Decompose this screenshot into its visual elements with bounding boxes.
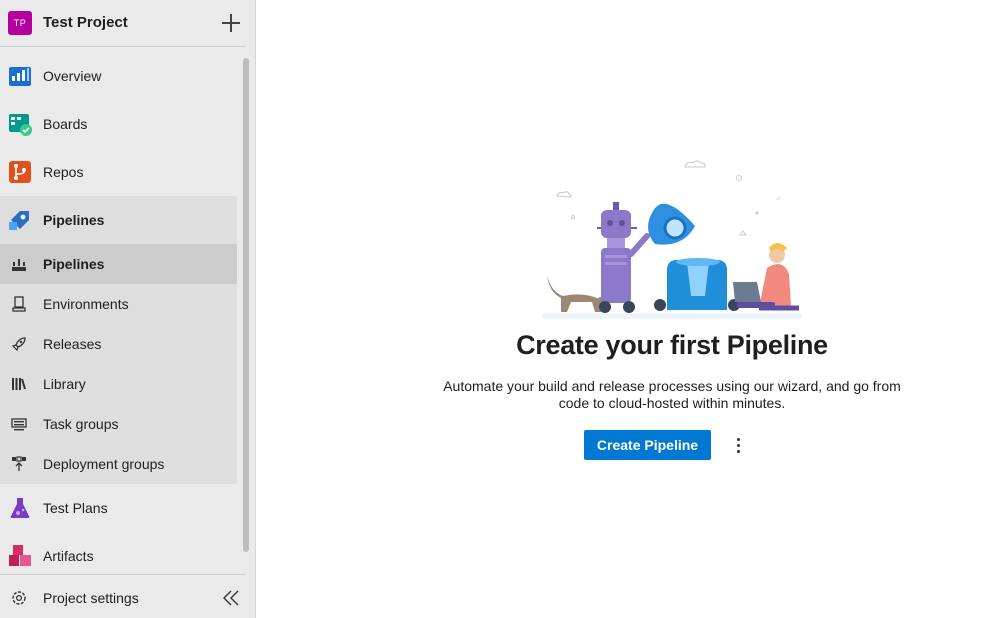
subnav-item-deployment-groups[interactable]: Deployment groups [0,444,237,484]
nav-label-boards: Boards [43,116,88,132]
subnav-label-library: Library [43,376,86,392]
pipeline-list-icon [12,259,26,271]
nav-item-pipelines[interactable]: Pipelines [0,196,237,244]
nav-label-overview: Overview [43,68,102,84]
library-icon [12,378,26,390]
empty-state-title: Create your first Pipeline [516,330,828,360]
project-avatar: TP [8,11,32,35]
gear-icon [12,591,26,605]
rocket-icon [11,337,26,352]
nav-item-repos[interactable]: Repos [0,148,237,196]
pipelines-group: Pipelines Pipelines Environments Release… [0,196,237,484]
boards-icon [9,114,32,136]
subnav-item-releases[interactable]: Releases [0,324,237,364]
project-header[interactable]: TP Test Project [0,0,245,47]
project-settings[interactable]: Project settings [0,574,245,618]
repos-icon [9,161,31,183]
test-plans-icon [10,498,30,518]
more-options-icon[interactable] [730,432,748,458]
add-icon[interactable] [220,12,242,34]
nav-label-repos: Repos [43,164,84,180]
empty-state-description: Automate your build and release processe… [443,378,901,411]
environments-icon [12,296,26,312]
artifacts-icon [9,545,31,566]
subnav-item-task-groups[interactable]: Task groups [0,404,237,444]
subnav-item-pipelines[interactable]: Pipelines [0,244,237,284]
main-content: Create your first Pipeline Automate your… [257,0,1001,618]
subnav-item-environments[interactable]: Environments [0,284,237,324]
nav-item-test-plans[interactable]: Test Plans [0,484,237,532]
nav-label-pipelines: Pipelines [43,212,105,228]
overview-icon [9,67,31,86]
deployment-groups-icon [12,456,26,471]
task-groups-icon [11,418,27,431]
subnav-label-environments: Environments [43,296,129,312]
subnav-label-task-groups: Task groups [43,416,119,432]
project-settings-label: Project settings [43,590,139,606]
create-pipeline-button[interactable]: Create Pipeline [584,430,711,460]
pipeline-hero-illustration [542,160,802,319]
nav-label-artifacts: Artifacts [43,548,94,564]
pipelines-icon [9,211,29,230]
subnav-label-pipelines: Pipelines [43,256,105,272]
left-navigation: TP Test Project Overview Boards Repos Pi… [0,0,256,618]
double-chevron-left-icon[interactable] [221,588,241,608]
nav-label-test-plans: Test Plans [43,500,108,516]
subnav-label-releases: Releases [43,336,102,352]
project-name[interactable]: Test Project [43,14,128,31]
nav-item-boards[interactable]: Boards [0,100,237,148]
nav-item-overview[interactable]: Overview [0,52,237,100]
subnav-label-deployment-groups: Deployment groups [43,456,165,472]
subnav-item-library[interactable]: Library [0,364,237,404]
nav-item-artifacts[interactable]: Artifacts [0,532,237,580]
sidebar-scrollbar[interactable] [243,58,249,552]
